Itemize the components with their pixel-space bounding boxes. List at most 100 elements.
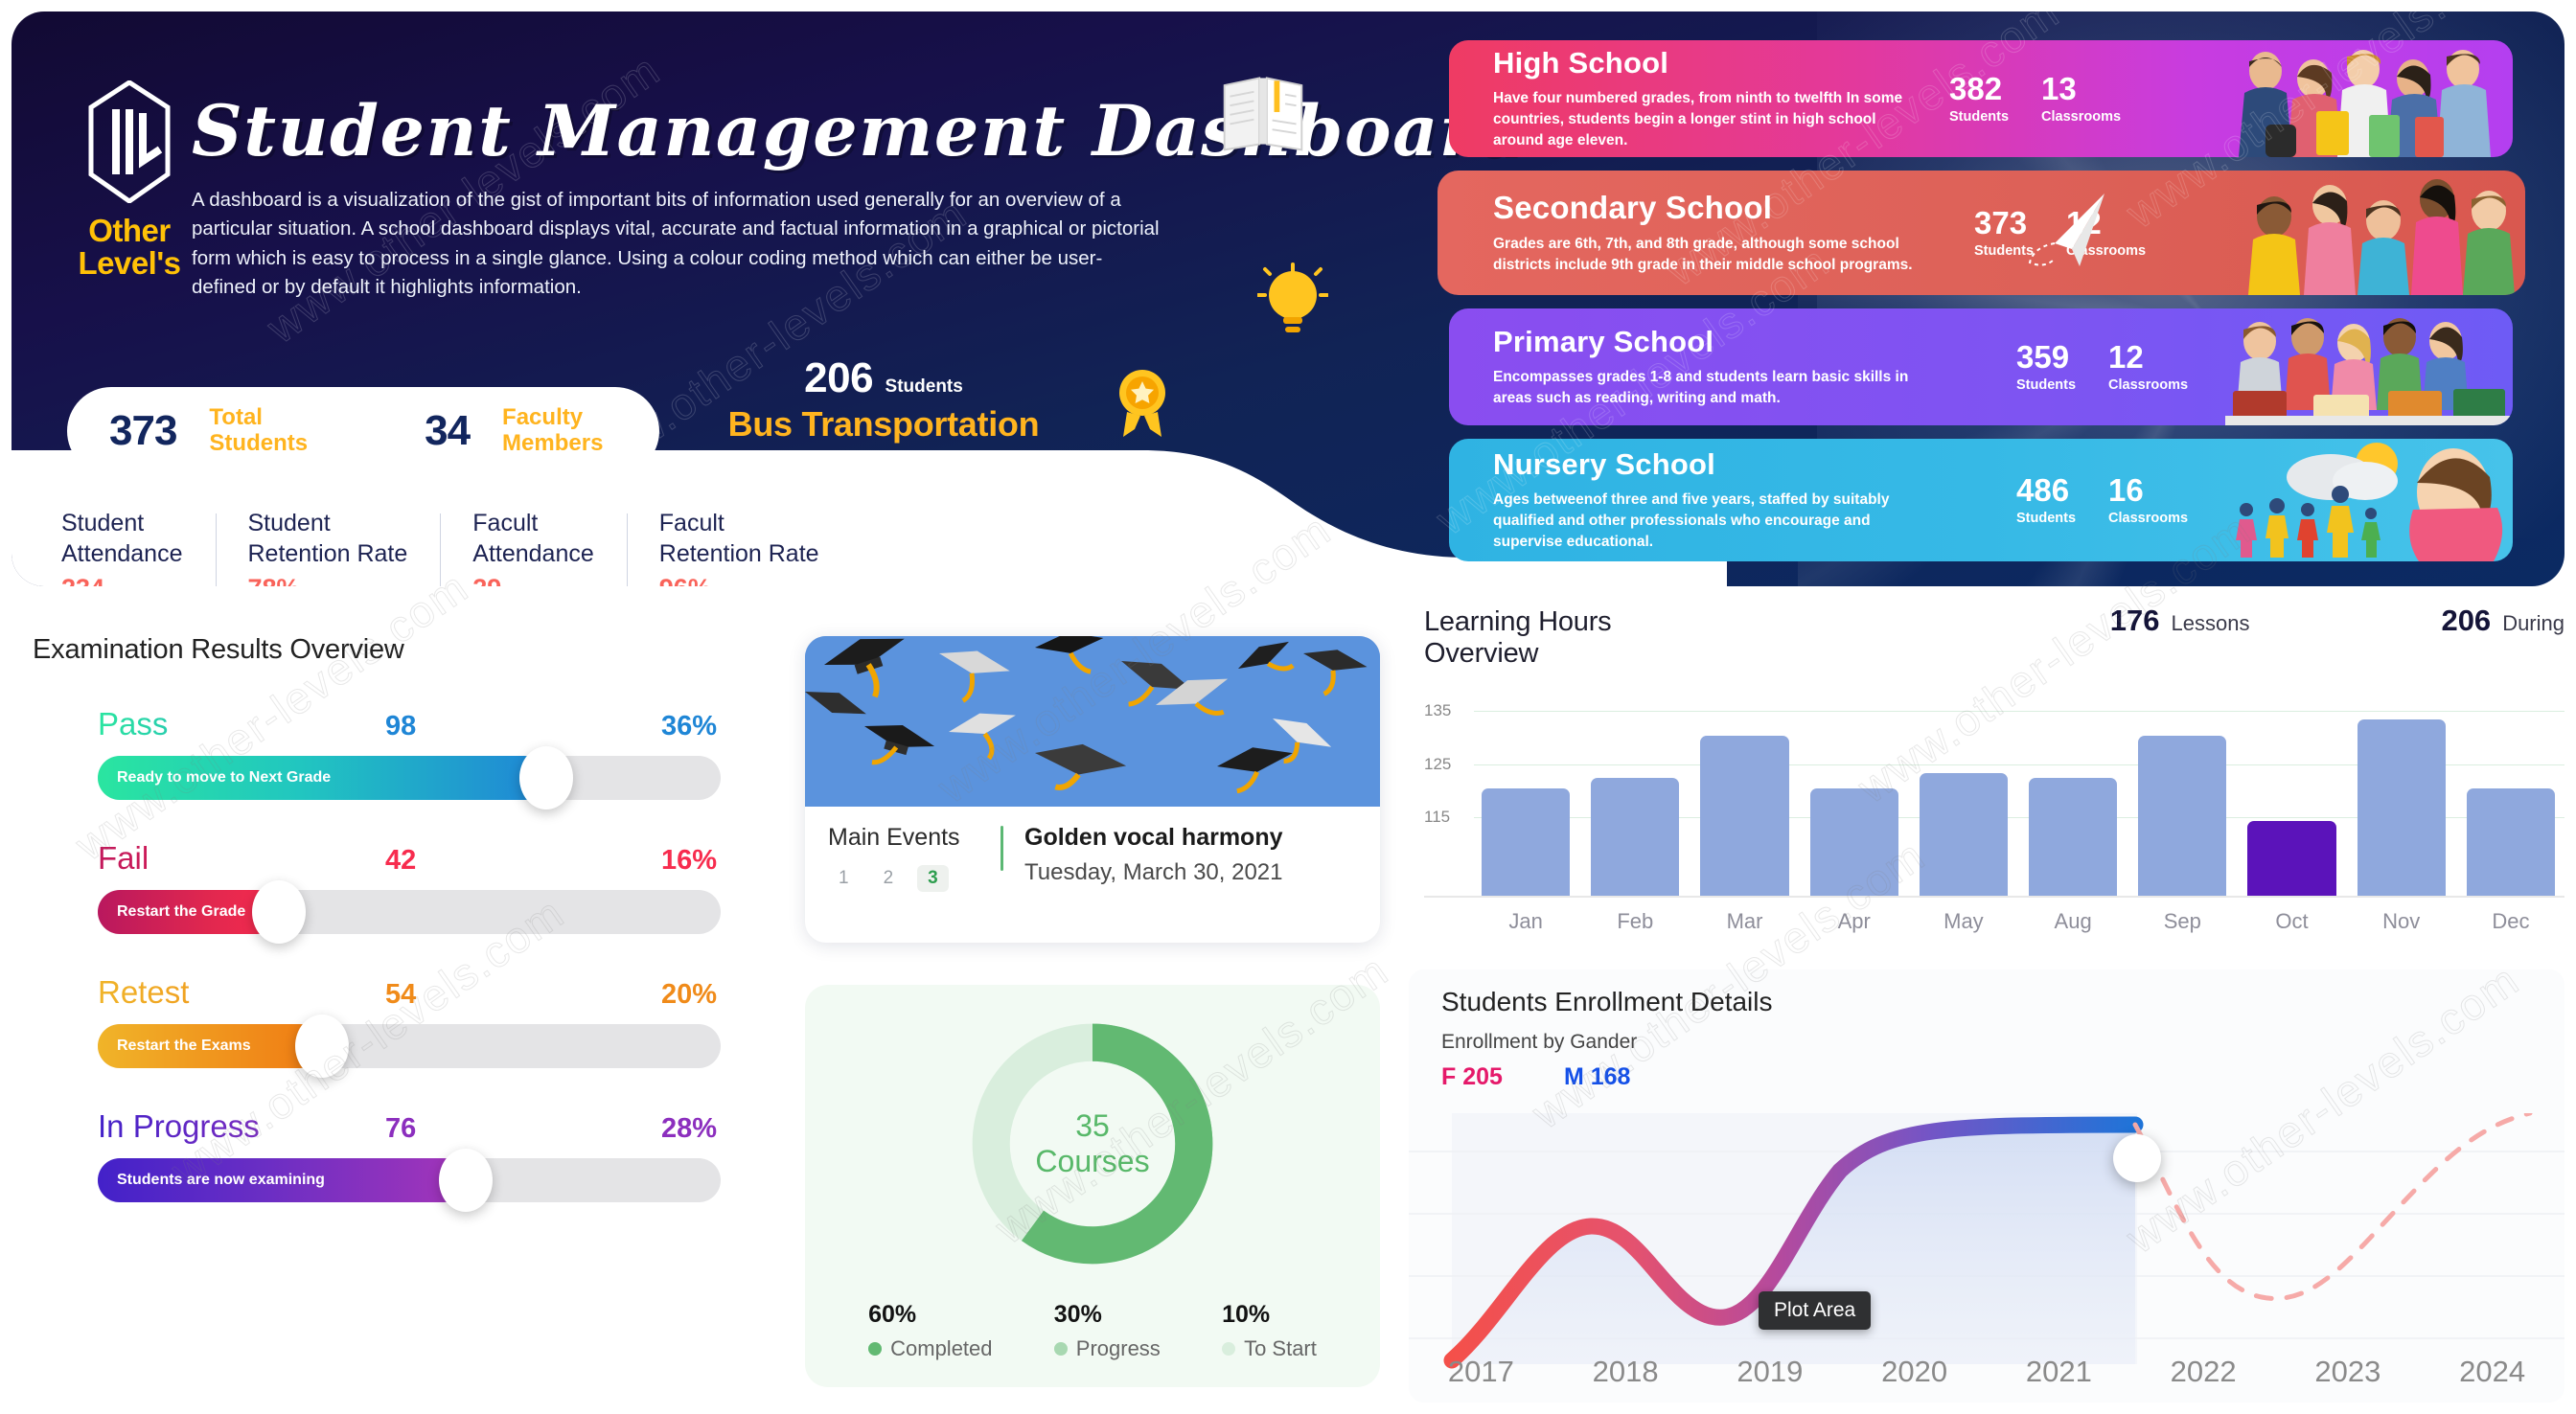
light-bulb-icon — [1257, 262, 1328, 332]
courses-count-label: Courses — [1035, 1144, 1150, 1178]
kpi-strip: Student Attendance 234 Student Retention… — [56, 508, 1206, 586]
event-date: Tuesday, March 30, 2021 — [1024, 859, 1283, 885]
school-card-primary-school[interactable]: Primary School Encompasses grades 1-8 an… — [1449, 308, 2513, 425]
chart-bar[interactable] — [1482, 788, 1571, 896]
lessons-label: Lessons — [2171, 611, 2250, 635]
exam-progress-knob[interactable] — [251, 880, 306, 944]
exam-result-name: Pass — [98, 706, 385, 742]
plot-area-tooltip: Plot Area — [1759, 1291, 1872, 1330]
kpi-label-line1: Student — [61, 510, 145, 536]
chart-y-tick-label: 125 — [1424, 754, 1452, 773]
legend-name: To Start — [1244, 1336, 1317, 1360]
enrollment-plot-area[interactable]: Plot Area 2017 2018 2019 2020 2021 2022 2023 20… — [1409, 1110, 2564, 1403]
legend-percent: 10% — [1222, 1301, 1271, 1328]
graduation-caps-image — [805, 636, 1380, 807]
chart-bar-column[interactable] — [1700, 695, 1789, 896]
events-page-3[interactable]: 3 — [917, 865, 949, 892]
exam-progress-knob[interactable] — [519, 746, 573, 810]
kpi-value: 234 — [61, 574, 183, 586]
chart-bar[interactable] — [1591, 778, 1680, 896]
legend-dot-icon — [1053, 1342, 1068, 1356]
school-card-high-school[interactable]: High School Have four numbered grades, f… — [1449, 40, 2513, 157]
exam-progress-track-pass[interactable]: Ready to move to Next Grade — [98, 746, 721, 810]
chart-x-tick-label: Sep — [2163, 909, 2201, 933]
school-classrooms-label: Classrooms — [2041, 109, 2122, 125]
paper-plane-icon — [2028, 194, 2104, 266]
legend-percent: 60% — [868, 1301, 917, 1328]
chart-bar[interactable] — [2247, 820, 2336, 896]
chart-bar-column[interactable] — [1482, 695, 1571, 896]
chart-bar-column[interactable] — [2138, 695, 2227, 896]
events-page-1[interactable]: 1 — [828, 865, 860, 892]
school-classrooms-value: 13 — [2041, 71, 2077, 106]
legend-item-to-start: 10% To Start — [1222, 1301, 1317, 1361]
school-students-value: 486 — [2016, 472, 2070, 508]
chart-bar-column[interactable] — [1591, 695, 1680, 896]
events-pager[interactable]: 1 2 3 — [828, 865, 1000, 892]
kpi-faculty-retention-rate: Facult Retention Rate 96% — [626, 508, 852, 586]
chart-bar-column[interactable] — [2247, 695, 2336, 896]
lessons-value: 176 — [2109, 604, 2160, 637]
exam-progress-track-retest[interactable]: Restart the Exams — [98, 1015, 721, 1078]
school-classrooms-label: Classrooms — [2108, 377, 2189, 393]
exam-progress-label: Restart the Grade — [117, 903, 246, 920]
school-name: High School — [1493, 46, 1669, 80]
chart-x-tick-label: Aug — [2054, 909, 2092, 933]
exam-progress-track-in-progress[interactable]: Students are now examining — [98, 1149, 721, 1212]
enrollment-x-tick-label: 2017 — [1447, 1355, 1514, 1388]
chart-bar[interactable] — [1919, 772, 2009, 896]
chart-bar-column[interactable] — [2029, 695, 2118, 896]
chart-x-tick-label: Apr — [1837, 909, 1871, 933]
chart-bar[interactable] — [1809, 788, 1898, 896]
kpi-label-line1: Student — [247, 510, 331, 536]
chart-bar[interactable] — [2466, 788, 2556, 896]
exam-progress-knob[interactable] — [438, 1149, 493, 1212]
chart-bar[interactable] — [2138, 735, 2227, 896]
enrollment-x-tick-label: 2019 — [1736, 1355, 1804, 1388]
chart-bar[interactable] — [2029, 778, 2118, 896]
school-classrooms-stat: 13 Classrooms — [2041, 73, 2121, 125]
school-description: Grades are 6th, 7th, and 8th grade, alth… — [1493, 236, 1913, 273]
chart-y-tick-label: 135 — [1424, 700, 1452, 719]
chart-bar[interactable] — [2357, 718, 2446, 896]
school-students-photo — [2225, 308, 2513, 425]
school-students-stat: 359 Students — [2016, 341, 2076, 393]
enrollment-line-handle[interactable] — [2113, 1134, 2161, 1182]
courses-donut-card: 35 Courses 60% Completed 30% Progress 10… — [805, 985, 1380, 1387]
main-events-card[interactable]: Main Events 1 2 3 Golden vocal harmony T… — [805, 636, 1380, 943]
exam-result-count: 98 — [385, 711, 417, 741]
chart-x-tick-label: May — [1944, 909, 1984, 933]
exam-row-in-progress: In Progress 76 28% Students are now exam… — [33, 1108, 734, 1212]
chart-bar-column[interactable] — [2466, 695, 2556, 896]
school-card-secondary-school[interactable]: Secondary School Grades are 6th, 7th, an… — [1438, 171, 2525, 295]
kpi-student-retention-rate: Student Retention Rate 78% — [215, 508, 441, 586]
school-description: Encompasses grades 1-8 and students lear… — [1493, 369, 1909, 406]
chart-x-tick-label: Mar — [1726, 909, 1763, 933]
kpi-value: 78% — [248, 574, 408, 586]
legend-dot-icon — [868, 1342, 883, 1356]
exam-progress-label: Restart the Exams — [117, 1038, 251, 1054]
events-page-2[interactable]: 2 — [873, 865, 905, 892]
chart-x-tick-label: Nov — [2382, 909, 2421, 933]
exam-progress-knob[interactable] — [295, 1015, 349, 1078]
chart-x-tick-label: Oct — [2275, 909, 2309, 933]
school-name: Nursery School — [1493, 447, 1715, 482]
exam-progress-track-fail[interactable]: Restart the Grade — [98, 880, 721, 944]
chart-bar-column[interactable] — [2357, 695, 2446, 896]
event-title: Golden vocal harmony — [1024, 824, 1283, 851]
chart-bar-column[interactable] — [1809, 695, 1898, 896]
school-description: Ages betweenof three and five years, sta… — [1493, 491, 1890, 550]
page-title: Student Management Dashboard — [192, 90, 1529, 172]
learning-hours-title: Learning Hours Overview — [1424, 606, 1612, 669]
page-description: A dashboard is a visualization of the gi… — [192, 189, 1160, 298]
brand-logo-block: Other Level's — [58, 80, 201, 279]
chart-bar[interactable] — [1700, 735, 1789, 896]
school-students-label: Students — [2016, 377, 2077, 393]
school-card-nursery-school[interactable]: Nursery School Ages betweenof three and … — [1449, 439, 2513, 561]
exam-result-percent: 16% — [660, 845, 717, 876]
dashboard-header-hero: Other Level's Student Management Dashboa… — [12, 11, 2564, 586]
exam-result-count: 42 — [385, 845, 417, 876]
chart-bar-column[interactable] — [1919, 695, 2009, 896]
school-classrooms-value: 16 — [2108, 472, 2144, 508]
main-events-label: Main Events — [828, 824, 960, 851]
